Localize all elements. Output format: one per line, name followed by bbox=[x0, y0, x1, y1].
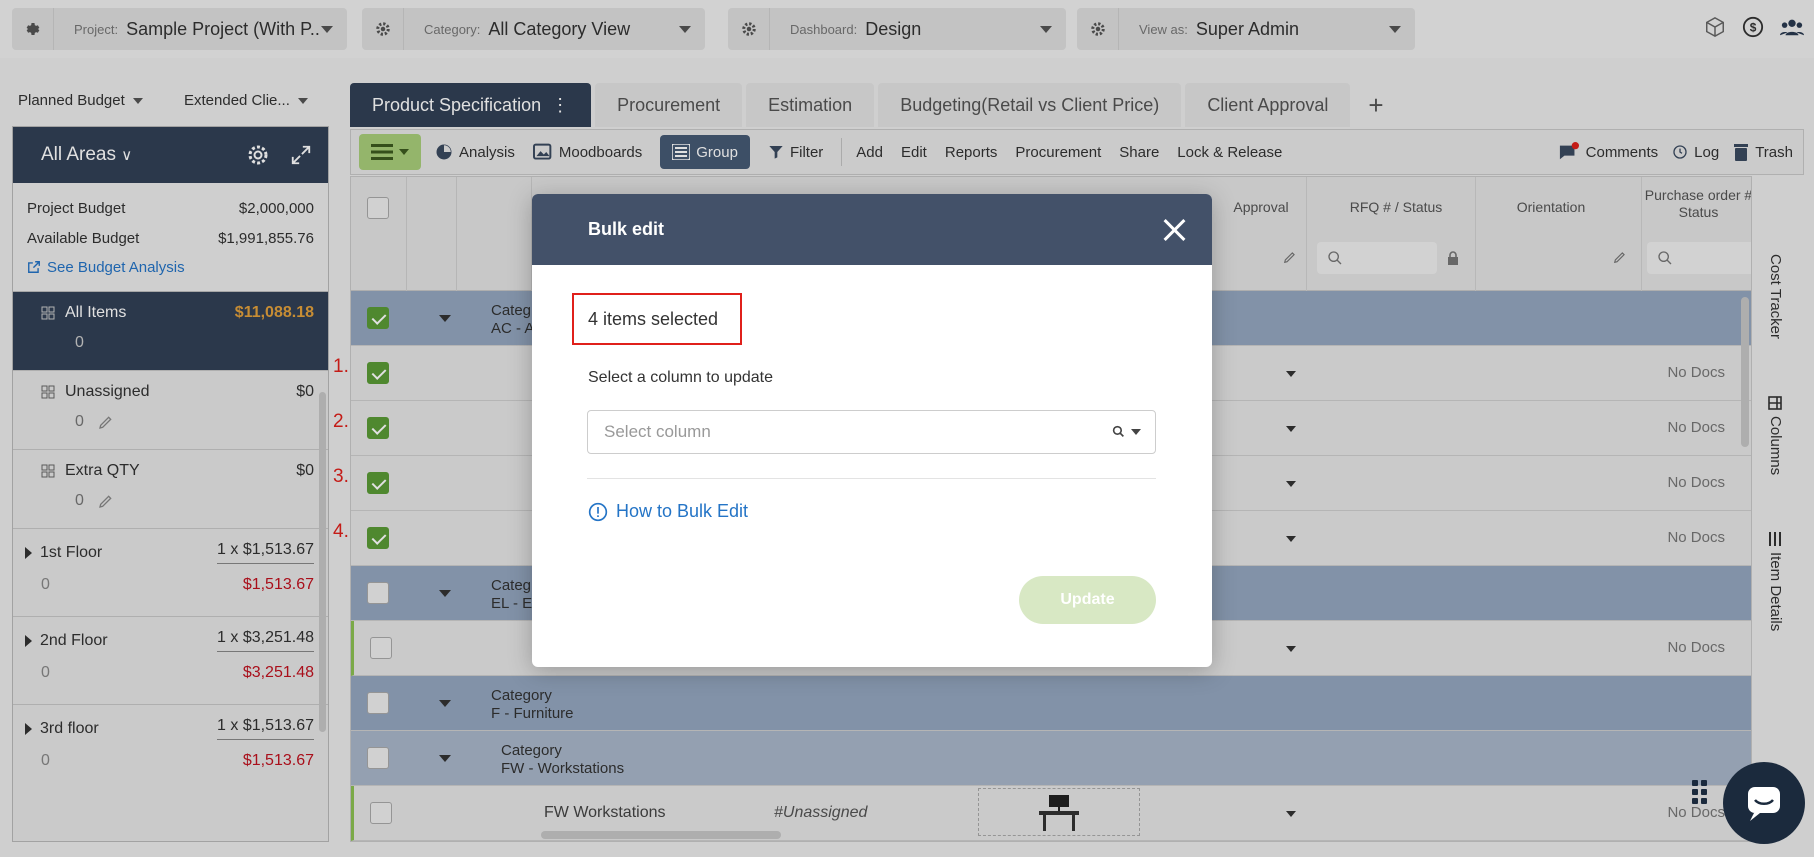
dialog-title: Bulk edit bbox=[588, 219, 665, 239]
close-icon[interactable] bbox=[1162, 218, 1186, 242]
chat-icon bbox=[1748, 787, 1780, 821]
chevron-down-icon bbox=[1131, 428, 1141, 435]
bulk-edit-dialog: Bulk edit 4 items selected Select a colu… bbox=[532, 194, 1212, 667]
drag-handle-icon[interactable] bbox=[1692, 780, 1707, 804]
selected-count: 4 items selected bbox=[572, 293, 742, 345]
column-select[interactable]: Select column bbox=[587, 410, 1156, 454]
dialog-divider bbox=[587, 478, 1156, 479]
column-select-placeholder: Select column bbox=[604, 422, 711, 441]
bulk-edit-help-link[interactable]: How to Bulk Edit bbox=[588, 501, 748, 522]
info-icon bbox=[588, 502, 608, 521]
search-icon bbox=[1112, 425, 1124, 437]
column-select-label: Select a column to update bbox=[588, 369, 774, 386]
update-button[interactable]: Update bbox=[1019, 576, 1156, 624]
dialog-header: Bulk edit bbox=[532, 194, 1212, 265]
chat-button[interactable] bbox=[1723, 762, 1805, 844]
